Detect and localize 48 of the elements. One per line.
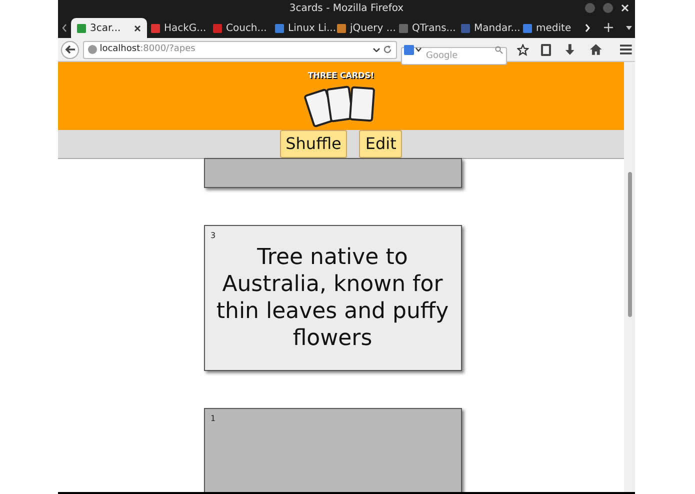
dropdown-icon[interactable]: [372, 48, 380, 52]
favicon-icon: [399, 24, 408, 32]
reload-icon[interactable]: [382, 45, 392, 54]
toolbar-button[interactable]: Edit: [359, 130, 402, 158]
close-icon[interactable]: [621, 4, 629, 12]
bookmark-star-icon[interactable]: [516, 44, 529, 56]
favicon-icon: [77, 24, 86, 32]
plus-icon[interactable]: [604, 23, 613, 32]
browser-tab[interactable]: jQuery ...: [333, 18, 395, 38]
scrollbar[interactable]: [624, 62, 635, 492]
back-arrow-icon: [64, 45, 75, 54]
logo-text: THREE CARDS!: [308, 70, 374, 82]
window-title: 3cards - Mozilla Firefox: [289, 2, 404, 16]
home-icon[interactable]: [590, 44, 602, 55]
card-number: 3: [210, 230, 216, 242]
card-text: Tree native to Australia, known for thin leaves and puffy flowers: [215, 244, 450, 352]
favicon-icon: [523, 24, 532, 32]
scroll-right-icon[interactable]: [585, 24, 590, 32]
globe-icon: [88, 45, 97, 54]
favicon-icon: [213, 24, 222, 32]
favicon-icon: [337, 24, 346, 32]
browser-tab[interactable]: Linux Li...: [271, 18, 333, 38]
browser-tab[interactable]: medite: [519, 18, 581, 38]
reading-list-icon[interactable]: [540, 44, 551, 56]
close-tab-icon[interactable]: [134, 24, 141, 32]
browser-tab[interactable]: Mandar...: [457, 18, 519, 38]
dropdown-icon[interactable]: [626, 26, 632, 30]
browser-tab[interactable]: HackG...: [147, 18, 209, 38]
flash-card[interactable]: [204, 158, 462, 188]
address-field[interactable]: localhost:8000/?apes: [82, 40, 397, 58]
card-number: 1: [210, 413, 216, 425]
browser-tab[interactable]: Couch...: [209, 18, 271, 38]
menu-icon[interactable]: [620, 44, 632, 55]
download-icon[interactable]: [564, 44, 574, 56]
flash-card[interactable]: 3 Tree native to Australia, known for thin leaves and puffy flowers: [204, 225, 462, 371]
search-icon[interactable]: [494, 46, 503, 54]
favicon-icon: [275, 24, 284, 32]
favicon-icon: [151, 24, 160, 32]
search-engine-icon[interactable]: [404, 44, 422, 54]
favicon-icon: [461, 24, 470, 32]
browser-tab[interactable]: 3car...: [71, 18, 147, 38]
browser-tab[interactable]: QTrans...: [395, 18, 457, 38]
flash-card[interactable]: 1: [204, 408, 462, 492]
toolbar-button[interactable]: Shuffle: [280, 130, 348, 158]
scroll-left-icon[interactable]: [62, 24, 67, 32]
back-button[interactable]: [61, 40, 79, 58]
search-field[interactable]: Google: [400, 46, 507, 64]
url-text: localhost:8000/?apes: [100, 42, 196, 56]
